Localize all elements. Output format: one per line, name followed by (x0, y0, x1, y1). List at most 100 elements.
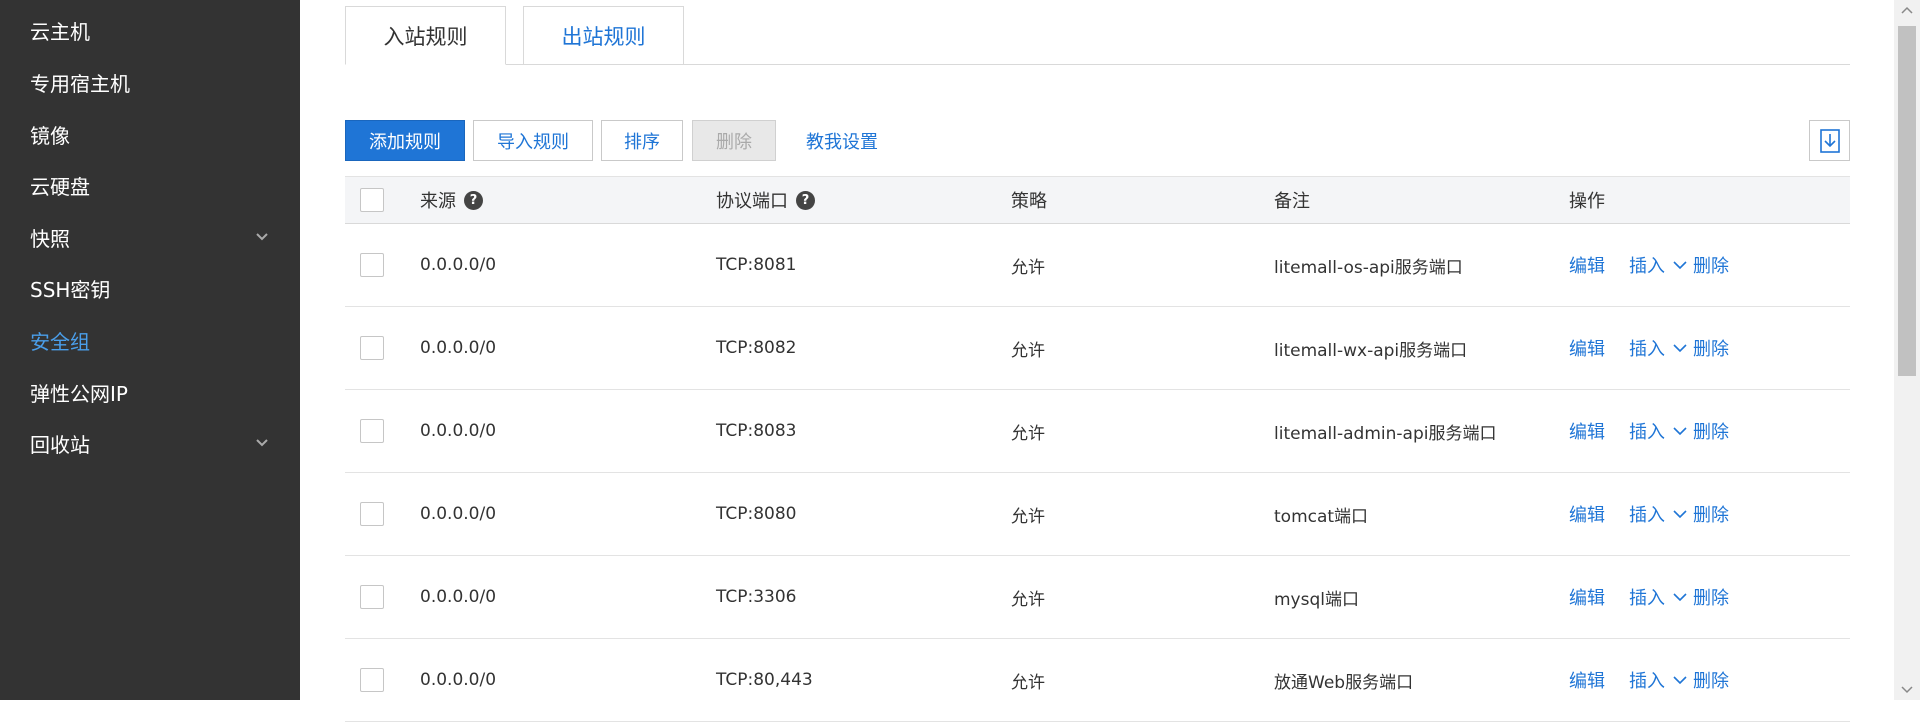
protocol-port-cell: TCP:8080 (716, 504, 797, 524)
remark-cell: tomcat端口 (1274, 506, 1369, 527)
header-policy: 策略 (1011, 191, 1047, 212)
chevron-down-icon[interactable] (1671, 341, 1689, 355)
sidebar-item-ssh-keys[interactable]: SSH密钥 (30, 268, 270, 308)
actions-cell: 编辑 插入 删除 (1569, 473, 1729, 555)
policy-cell: 允许 (1011, 340, 1045, 361)
sidebar-item-security-group[interactable]: 安全组 (30, 320, 270, 360)
help-icon[interactable]: ? (464, 190, 483, 210)
source-cell: 0.0.0.0/0 (420, 504, 497, 524)
sidebar-item-elastic-ip[interactable]: 弹性公网IP (30, 372, 270, 412)
select-all-checkbox[interactable] (360, 188, 384, 212)
import-rule-button[interactable]: 导入规则 (473, 120, 593, 161)
policy-cell: 允许 (1011, 589, 1045, 610)
download-icon (1819, 128, 1840, 153)
row-select-cell (360, 473, 384, 555)
row-checkbox[interactable] (360, 668, 384, 692)
tab-inbound-rules[interactable]: 入站规则 (345, 6, 506, 65)
tab-outbound-rules[interactable]: 出站规则 (523, 6, 684, 65)
sidebar-item-label: SSH密钥 (30, 277, 111, 302)
chevron-down-icon[interactable] (1671, 507, 1689, 521)
sidebar-item-cloud-disk[interactable]: 云硬盘 (30, 165, 270, 205)
delete-link[interactable]: 删除 (1693, 418, 1729, 444)
help-icon[interactable]: ? (796, 190, 815, 210)
tab-label: 入站规则 (383, 24, 468, 49)
edit-link[interactable]: 编辑 (1569, 584, 1605, 610)
add-rule-button[interactable]: 添加规则 (345, 120, 465, 161)
row-checkbox[interactable] (360, 585, 384, 609)
edit-link[interactable]: 编辑 (1569, 418, 1605, 444)
header-actions: 操作 (1569, 191, 1605, 212)
tab-label: 出站规则 (561, 24, 646, 49)
table-header: 来源 ? 协议端口 ? 策略 备注 操作 (345, 176, 1850, 224)
row-select-cell (360, 307, 384, 389)
actions-cell: 编辑 插入 删除 (1569, 556, 1729, 638)
header-source: 来源 ? (420, 177, 483, 223)
scroll-thumb[interactable] (1898, 26, 1916, 376)
sidebar-item-cloud-host[interactable]: 云主机 (30, 10, 270, 50)
edit-link[interactable]: 编辑 (1569, 667, 1605, 693)
select-all-cell (360, 177, 384, 223)
table-row: 0.0.0.0/0 TCP:8080 允许 tomcat端口 编辑 插入 删除 (345, 473, 1850, 556)
insert-link[interactable]: 插入 (1629, 667, 1665, 693)
delete-link[interactable]: 删除 (1693, 584, 1729, 610)
chevron-down-icon[interactable] (1671, 590, 1689, 604)
sidebar-item-images[interactable]: 镜像 (30, 114, 270, 154)
insert-link[interactable]: 插入 (1629, 501, 1665, 527)
source-cell: 0.0.0.0/0 (420, 255, 497, 275)
scroll-down-icon[interactable] (1901, 686, 1913, 694)
delete-link[interactable]: 删除 (1693, 252, 1729, 278)
header-source-label: 来源 (420, 191, 456, 212)
remark-cell: mysql端口 (1274, 589, 1359, 610)
protocol-port-cell: TCP:8082 (716, 338, 797, 358)
row-checkbox[interactable] (360, 336, 384, 360)
export-button[interactable] (1809, 120, 1850, 161)
row-select-cell (360, 224, 384, 306)
actions-cell: 编辑 插入 删除 (1569, 390, 1729, 472)
delete-button: 删除 (692, 120, 776, 161)
row-checkbox[interactable] (360, 419, 384, 443)
remark-cell: litemall-wx-api服务端口 (1274, 340, 1468, 361)
policy-cell: 允许 (1011, 257, 1045, 278)
scroll-up-icon[interactable] (1901, 6, 1913, 14)
insert-link[interactable]: 插入 (1629, 335, 1665, 361)
insert-link[interactable]: 插入 (1629, 252, 1665, 278)
sidebar-item-label: 安全组 (30, 329, 90, 354)
protocol-port-cell: TCP:8081 (716, 255, 797, 275)
source-cell: 0.0.0.0/0 (420, 338, 497, 358)
sidebar-item-label: 镜像 (30, 123, 70, 148)
source-cell: 0.0.0.0/0 (420, 587, 497, 607)
sidebar-item-dedicated-host[interactable]: 专用宿主机 (30, 62, 270, 102)
source-cell: 0.0.0.0/0 (420, 670, 497, 690)
remark-cell: litemall-os-api服务端口 (1274, 257, 1463, 278)
remark-cell: 放通Web服务端口 (1274, 672, 1414, 693)
delete-link[interactable]: 删除 (1693, 335, 1729, 361)
delete-link[interactable]: 删除 (1693, 501, 1729, 527)
sidebar-item-label: 回收站 (30, 432, 90, 457)
row-checkbox[interactable] (360, 253, 384, 277)
edit-link[interactable]: 编辑 (1569, 335, 1605, 361)
chevron-down-icon (254, 435, 270, 451)
sort-button[interactable]: 排序 (601, 120, 683, 161)
row-checkbox[interactable] (360, 502, 384, 526)
policy-cell: 允许 (1011, 506, 1045, 527)
remark-cell: litemall-admin-api服务端口 (1274, 423, 1497, 444)
vertical-scrollbar[interactable] (1894, 0, 1920, 700)
edit-link[interactable]: 编辑 (1569, 252, 1605, 278)
sidebar-item-label: 专用宿主机 (30, 71, 130, 96)
setup-guide-link[interactable]: 教我设置 (806, 120, 878, 161)
actions-cell: 编辑 插入 删除 (1569, 307, 1729, 389)
protocol-port-cell: TCP:8083 (716, 421, 797, 441)
source-cell: 0.0.0.0/0 (420, 421, 497, 441)
chevron-down-icon[interactable] (1671, 673, 1689, 687)
policy-cell: 允许 (1011, 672, 1045, 693)
insert-link[interactable]: 插入 (1629, 584, 1665, 610)
insert-link[interactable]: 插入 (1629, 418, 1665, 444)
delete-link[interactable]: 删除 (1693, 667, 1729, 693)
header-protocol-port: 协议端口 ? (716, 177, 815, 223)
chevron-down-icon[interactable] (1671, 258, 1689, 272)
edit-link[interactable]: 编辑 (1569, 501, 1605, 527)
chevron-down-icon[interactable] (1671, 424, 1689, 438)
sidebar-item-snapshot[interactable]: 快照 (30, 217, 270, 257)
sidebar-item-recycle-bin[interactable]: 回收站 (30, 423, 270, 463)
sidebar: 云主机 专用宿主机 镜像 云硬盘 快照 SSH密钥 安全组 弹性公网IP 回收站 (0, 0, 300, 700)
